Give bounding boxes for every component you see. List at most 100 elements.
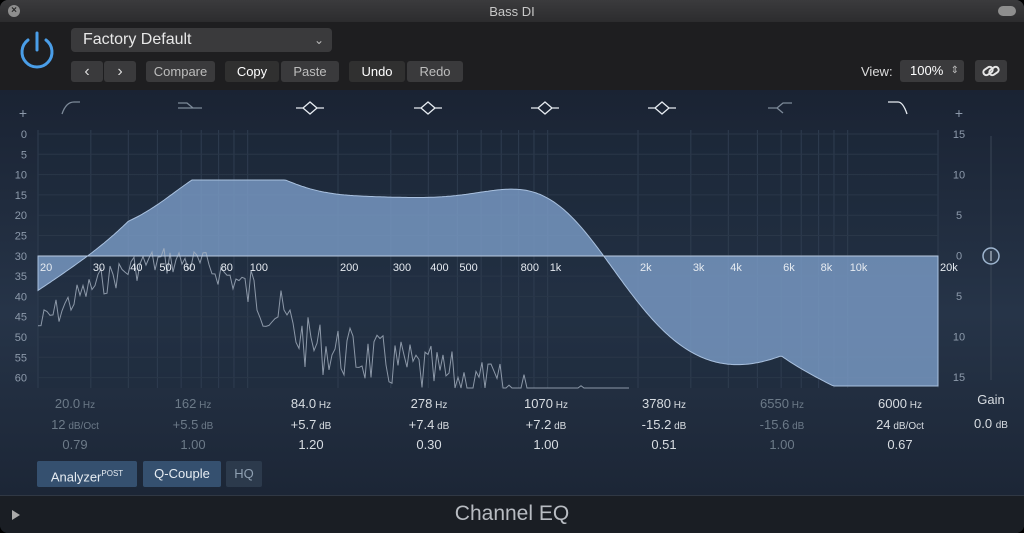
freq-label: 500 [459, 262, 477, 274]
band-q-value: 0.51 [651, 437, 677, 452]
band-2-freq[interactable]: 162 Hz [148, 396, 238, 411]
chevron-down-icon: ⌄ [313, 33, 324, 47]
add-icon[interactable]: + [955, 105, 963, 121]
q-couple-button[interactable]: Q-Couple [143, 461, 221, 487]
band-q-value: 1.00 [180, 437, 206, 452]
band-freq-value: 84.0 [290, 396, 317, 411]
power-icon[interactable] [14, 28, 60, 74]
link-icon [982, 65, 1000, 77]
freq-label: 3k [693, 262, 705, 274]
band-freq-value: 278 [410, 396, 433, 411]
add-icon[interactable]: + [19, 105, 27, 121]
band-freq-value: 20.0 [54, 396, 81, 411]
preset-name: Factory Default [83, 31, 192, 48]
analyzer-scale-label: 35 [15, 271, 27, 283]
band-freq-unit: Hz [788, 400, 804, 411]
band-5-gain[interactable]: +7.2 dB [501, 417, 591, 432]
band-gain-unit: dB [434, 421, 450, 432]
band-freq-value: 6550 [760, 396, 789, 411]
analyzer-label: Analyzer [50, 469, 102, 485]
gain-value[interactable]: 0.0 dB [946, 416, 1024, 431]
band-3-gain[interactable]: +5.7 dB [266, 417, 356, 432]
band-freq-value: 6000 [878, 396, 907, 411]
analyzer-scale-label: 30 [15, 251, 27, 263]
band-1-gain[interactable]: 12 dB/Oct [30, 417, 120, 432]
freq-label: 30 [93, 262, 105, 274]
freq-label: 8k [821, 262, 833, 274]
analyzer-mode-label: POST [101, 469, 124, 478]
analyzer-button[interactable]: AnalyzerPOST [37, 461, 137, 487]
band-6-freq[interactable]: 3780 Hz [619, 396, 709, 411]
band-4-freq[interactable]: 278 Hz [384, 396, 474, 411]
band-6-q[interactable]: 0.51 [619, 437, 709, 452]
band-4-q[interactable]: 0.30 [384, 437, 474, 452]
eq-display[interactable]: 20 30 40 50 60 80 100 200 300 400 500 800 1k 2k 3k 4k 6k… [0, 90, 1024, 495]
freq-label: 20k [940, 262, 958, 274]
next-preset-button[interactable]: › [104, 61, 136, 82]
chevron-right-icon: › [117, 63, 123, 80]
previous-preset-button[interactable]: ‹ [71, 61, 103, 82]
band-7-freq[interactable]: 6550 Hz [737, 396, 827, 411]
analyzer-scale-label: 20 [15, 210, 27, 222]
freq-label: 50 [159, 262, 171, 274]
footer-bar: Channel EQ [0, 495, 1024, 533]
band-freq-unit: Hz [196, 400, 212, 411]
preset-menu[interactable]: Factory Default ⌄ [71, 28, 332, 52]
undo-button[interactable]: Undo [349, 61, 405, 82]
analyzer-scale-label: 25 [15, 231, 27, 243]
compare-button[interactable]: Compare [146, 61, 215, 82]
band-freq-unit: Hz [316, 400, 332, 411]
gain-scale-label: 0 [956, 251, 962, 263]
band-2-gain[interactable]: +5.5 dB [148, 417, 238, 432]
gain-unit: dB [995, 420, 1008, 431]
gain-scale-label: 5 [956, 291, 962, 303]
zoom-icon[interactable] [998, 6, 1016, 16]
band-freq-value: 1070 [524, 396, 553, 411]
band-1-freq[interactable]: 20.0 Hz [30, 396, 120, 411]
band-8-q[interactable]: 0.67 [855, 437, 945, 452]
analyzer-scale-label: 0 [21, 129, 27, 141]
band-freq-value: 162 [174, 396, 197, 411]
band-gain-unit: dB/Oct [890, 421, 924, 432]
band-5-freq[interactable]: 1070 Hz [501, 396, 591, 411]
band-6-gain[interactable]: -15.2 dB [619, 417, 709, 432]
band-8-freq[interactable]: 6000 Hz [855, 396, 945, 411]
paste-button[interactable]: Paste [281, 61, 339, 82]
freq-label: 80 [221, 262, 233, 274]
freq-label: 6k [783, 262, 795, 274]
band-freq-value: 3780 [642, 396, 671, 411]
redo-button[interactable]: Redo [407, 61, 463, 82]
band-1-q[interactable]: 0.79 [30, 437, 120, 452]
band-gain-value: -15.2 [641, 417, 672, 432]
view-zoom-select[interactable]: 100% ⇕ [900, 60, 964, 82]
band-q-value: 1.00 [769, 437, 795, 452]
stepper-icon: ⇕ [950, 65, 959, 76]
band-8-gain[interactable]: 24 dB/Oct [855, 417, 945, 432]
freq-label: 20 [40, 262, 52, 274]
band-2-q[interactable]: 1.00 [148, 437, 238, 452]
freq-label: 4k [730, 262, 742, 274]
band-5-q[interactable]: 1.00 [501, 437, 591, 452]
gain-label: Gain [977, 392, 1005, 407]
link-button[interactable] [975, 60, 1007, 82]
view-label: View: [861, 64, 893, 79]
band-gain-unit: dB [316, 421, 332, 432]
analyzer-scale-label: 5 [21, 149, 27, 161]
gain-number: 0.0 [974, 416, 993, 431]
analyzer-scale-label: 50 [15, 332, 27, 344]
gain-scale-label: 10 [953, 332, 965, 344]
band-gain-value: 12 [51, 417, 66, 432]
band-3-q[interactable]: 1.20 [266, 437, 356, 452]
band-7-gain[interactable]: -15.6 dB [737, 417, 827, 432]
band-q-value: 0.67 [887, 437, 913, 452]
gain-scale-label: 5 [956, 210, 962, 222]
band-7-q[interactable]: 1.00 [737, 437, 827, 452]
copy-button[interactable]: Copy [225, 61, 279, 82]
band-gain-value: +7.2 [525, 417, 552, 432]
band-q-value: 0.30 [416, 437, 442, 452]
band-3-freq[interactable]: 84.0 Hz [266, 396, 356, 411]
band-4-gain[interactable]: +7.4 dB [384, 417, 474, 432]
plugin-window: × Bass DI Factory Default ⌄ ‹ › Compare … [0, 0, 1024, 533]
hq-button[interactable]: HQ [226, 461, 262, 487]
band-gain-unit: dB [789, 421, 805, 432]
